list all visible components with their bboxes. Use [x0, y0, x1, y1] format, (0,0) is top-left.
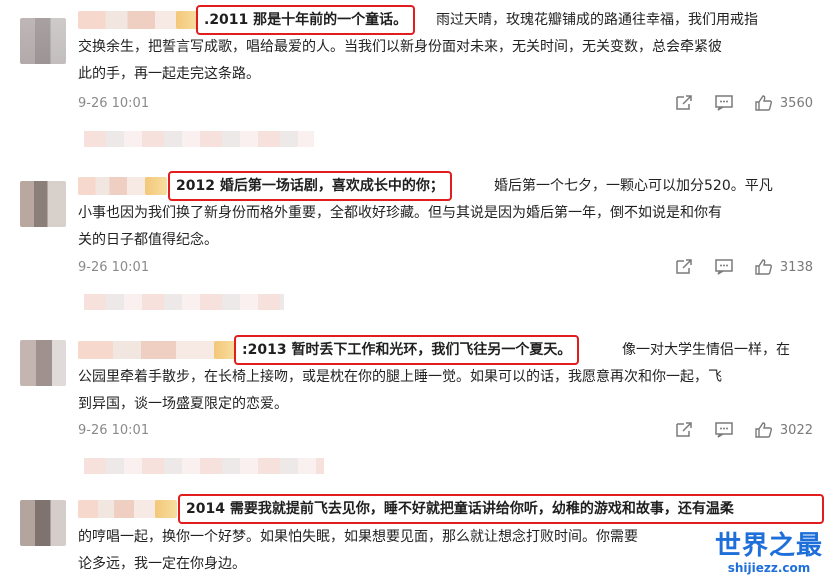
username-blurred[interactable]: [78, 177, 148, 195]
like-button[interactable]: 3138: [754, 258, 813, 276]
comment-text-line: 此的手，再一起走完这条路。: [78, 66, 260, 82]
highlighted-text: :2013 暂时丢下工作和光环，我们飞往另一个夏天。: [234, 335, 580, 365]
share-icon: [676, 259, 692, 274]
comment-icon: [715, 259, 733, 275]
avatar[interactable]: [20, 500, 66, 546]
comment-text-line: 的哼唱一起，换你一个好梦。如果怕失眠，如果想要见面，那么就让想念打败时间。你需要: [78, 529, 638, 545]
comment-time: 9-26 10:01: [78, 260, 150, 275]
like-count: 3560: [779, 95, 813, 111]
comment-text-line: 交换余生，把誓言写成歌，唱给最爱的人。当我们以新身份面对未来，无关时间，无关变数…: [78, 39, 722, 55]
highlight-phrase: .2011 那是十年前的一个童话。: [204, 12, 408, 28]
highlight-phrase: 2014 需要我就提前飞去见你，睡不好就把童话讲给你听，幼稚的游戏和故事，还有温…: [186, 501, 734, 517]
avatar[interactable]: [20, 340, 66, 386]
comment-text-line: 论多远，我一定在你身边。: [78, 556, 246, 572]
comment-time: 9-26 10:01: [78, 96, 150, 111]
thumbs-up-icon: [755, 259, 772, 275]
comment-time: 9-26 10:01: [78, 423, 150, 438]
blurred-reply: [84, 131, 314, 147]
blurred-reply: [84, 458, 324, 474]
thumbs-up-icon: [755, 422, 772, 438]
thumbs-up-icon: [755, 95, 772, 111]
comment-icon: [715, 95, 733, 111]
comment-text-line: 雨过天晴，玫瑰花瓣铺成的路通往幸福，我们用戒指: [436, 12, 758, 28]
highlighted-text: 2012 婚后第一场话剧，喜欢成长中的你；: [168, 171, 452, 201]
comment-icon: [715, 422, 733, 438]
site-watermark: 世界之最 shijiezz.com: [715, 531, 823, 575]
comment-actions: 3560: [674, 94, 813, 112]
highlighted-text: .2011 那是十年前的一个童话。: [196, 5, 416, 35]
user-badge: [155, 500, 177, 518]
comment-actions: 3138: [674, 258, 813, 276]
share-icon: [676, 95, 692, 110]
watermark-url: shijiezz.com: [727, 561, 811, 575]
like-button[interactable]: 3560: [754, 94, 813, 112]
user-badge: [214, 341, 236, 359]
username-blurred[interactable]: [78, 341, 218, 359]
comment-actions: 3022: [674, 421, 813, 439]
highlighted-text: 2014 需要我就提前飞去见你，睡不好就把童话讲给你听，幼稚的游戏和故事，还有温…: [178, 494, 824, 524]
share-icon: [676, 422, 692, 437]
like-count: 3022: [779, 422, 813, 438]
comment-text-line: 小事也因为我们换了新身份而格外重要，全都收好珍藏。但与其说是因为婚后第一年，倒不…: [78, 205, 722, 221]
like-button[interactable]: 3022: [754, 421, 813, 439]
highlight-phrase: 2012 婚后第一场话剧，喜欢成长中的你；: [176, 178, 444, 194]
share-button[interactable]: [674, 94, 694, 112]
username-blurred[interactable]: [78, 500, 158, 518]
like-count: 3138: [779, 259, 813, 275]
comment-button[interactable]: [714, 94, 734, 112]
username-blurred[interactable]: [78, 11, 188, 29]
comment-text-line: 像一对大学生情侣一样，在: [622, 342, 790, 358]
comment-button[interactable]: [714, 258, 734, 276]
share-button[interactable]: [674, 421, 694, 439]
blurred-reply: [84, 294, 284, 310]
highlight-phrase: :2013 暂时丢下工作和光环，我们飞往另一个夏天。: [242, 342, 572, 358]
share-button[interactable]: [674, 258, 694, 276]
comment-button[interactable]: [714, 421, 734, 439]
user-badge: [145, 177, 167, 195]
avatar[interactable]: [20, 18, 66, 64]
comment-text-line: 到异国，谈一场盛夏限定的恋爱。: [78, 396, 288, 412]
user-badge: [176, 11, 198, 29]
comment-text-line: 婚后第一个七夕，一颗心可以加分520。平凡: [494, 178, 773, 194]
avatar[interactable]: [20, 181, 66, 227]
comment-text-line: 关的日子都值得纪念。: [78, 232, 218, 248]
watermark-title: 世界之最: [714, 531, 823, 561]
comment-text-line: 公园里牵着手散步，在长椅上接吻，或是枕在你的腿上睡一觉。如果可以的话，我愿意再次…: [78, 369, 722, 385]
